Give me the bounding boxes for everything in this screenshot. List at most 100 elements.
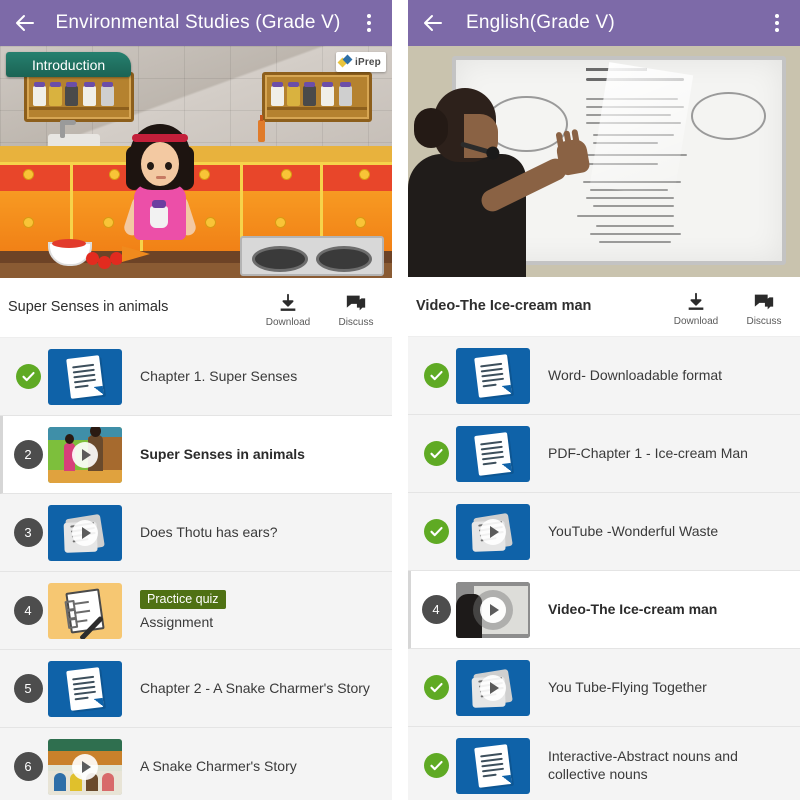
list-item-label: Chapter 2 - A Snake Charmer's Story (140, 679, 370, 696)
check-circle-icon (423, 753, 449, 778)
discuss-button[interactable]: Discuss (738, 291, 790, 327)
list-item-text: Word- Downloadable format (530, 367, 790, 385)
download-button[interactable]: Download (262, 292, 314, 328)
status-indicator: 5 (8, 674, 48, 703)
list-item[interactable]: 4 Practice quiz Assignment (0, 572, 392, 650)
list-item-label: Interactive-Abstract nouns and collectiv… (548, 748, 738, 782)
list-item-label: Word- Downloadable format (548, 366, 723, 383)
discuss-label: Discuss (746, 315, 782, 327)
right-lesson-list: Word- Downloadable format PDF-Chapter 1 … (408, 337, 800, 800)
item-number-badge: 2 (13, 440, 43, 469)
document-icon (474, 743, 512, 788)
status-indicator: 3 (8, 518, 48, 547)
quiz-thumbnail (48, 582, 122, 639)
list-item[interactable]: Interactive-Abstract nouns and collectiv… (408, 727, 800, 800)
play-icon (72, 753, 98, 780)
list-item[interactable]: 2 Super Senses in animals (0, 416, 392, 494)
document-thumbnail (456, 425, 530, 482)
video-document-thumbnail (48, 504, 122, 561)
right-page-title: English(Grade V) (466, 12, 615, 33)
list-item[interactable]: YouTube -Wonderful Waste (408, 493, 800, 571)
list-item-label: Does Thotu has ears? (140, 523, 278, 540)
left-page-title: Environmental Studies (Grade V) (55, 12, 341, 33)
download-icon (280, 293, 296, 311)
video-thumbnail (48, 426, 122, 483)
panel-divider (392, 0, 408, 800)
list-item[interactable]: You Tube-Flying Together (408, 649, 800, 727)
overflow-menu-icon[interactable] (356, 8, 382, 38)
back-arrow-icon[interactable] (10, 8, 40, 38)
left-app-bar: Environmental Studies (Grade V) (0, 0, 392, 46)
discuss-label: Discuss (338, 316, 374, 328)
item-number-badge: 4 (421, 595, 451, 624)
list-item-text: Video-The Ice-cream man (530, 601, 790, 619)
list-item-text: Super Senses in animals (122, 446, 382, 464)
clipboard-icon (64, 587, 105, 639)
list-item[interactable]: PDF-Chapter 1 - Ice-cream Man (408, 415, 800, 493)
discuss-icon (346, 295, 366, 310)
download-icon (688, 292, 704, 310)
list-item[interactable]: 4 Video-The Ice-cream man (408, 571, 800, 649)
overflow-menu-icon[interactable] (764, 8, 790, 38)
check-circle-icon (423, 675, 449, 700)
status-indicator (416, 753, 456, 778)
list-item-label: PDF-Chapter 1 - Ice-cream Man (548, 444, 748, 461)
item-number-badge: 4 (13, 596, 43, 625)
status-indicator: 4 (416, 595, 456, 624)
item-number-badge: 6 (13, 752, 43, 781)
left-app-screen: Environmental Studies (Grade V) Introduc… (0, 0, 392, 800)
left-action-bar: Download Discuss (262, 288, 382, 328)
document-thumbnail (48, 660, 122, 717)
document-icon (474, 353, 512, 398)
download-button[interactable]: Download (670, 291, 722, 327)
status-indicator (416, 519, 456, 544)
list-item-label: YouTube -Wonderful Waste (548, 522, 719, 539)
video-document-thumbnail (456, 503, 530, 560)
list-item[interactable]: 6 A Snake Charmer's Story (0, 728, 392, 800)
check-circle-icon (423, 363, 449, 388)
list-item[interactable]: Chapter 1. Super Senses (0, 338, 392, 416)
download-label: Download (673, 315, 719, 327)
list-item[interactable]: 5 Chapter 2 - A Snake Charmer's Story (0, 650, 392, 728)
document-icon (66, 354, 104, 399)
list-item-label: Chapter 1. Super Senses (140, 367, 298, 384)
list-item-label: Assignment (140, 613, 214, 630)
play-icon (480, 518, 506, 545)
discuss-button[interactable]: Discuss (330, 292, 382, 328)
document-icon (474, 431, 512, 476)
list-item-text: Does Thotu has ears? (122, 524, 382, 542)
status-indicator: 6 (8, 752, 48, 781)
list-item-text: Interactive-Abstract nouns and collectiv… (530, 748, 790, 783)
status-indicator (416, 363, 456, 388)
back-arrow-icon[interactable] (418, 8, 448, 38)
left-video-player[interactable]: Introduction iPrep (0, 46, 392, 278)
introduction-banner: Introduction (6, 52, 132, 77)
play-icon (480, 596, 506, 623)
list-item[interactable]: Word- Downloadable format (408, 337, 800, 415)
item-number-badge: 5 (13, 674, 43, 703)
video-thumbnail (48, 738, 122, 795)
status-indicator (8, 364, 48, 389)
right-video-player[interactable] (408, 46, 800, 277)
list-item-label: Video-The Ice-cream man (548, 600, 718, 617)
check-circle-icon (423, 519, 449, 544)
check-circle-icon (15, 364, 41, 389)
list-item-text: Practice quiz Assignment (122, 589, 382, 632)
right-app-bar: English(Grade V) (408, 0, 800, 46)
list-item-text: PDF-Chapter 1 - Ice-cream Man (530, 445, 790, 463)
right-app-screen: English(Grade V) Video-The Ice-cream man… (408, 0, 800, 800)
play-icon (480, 674, 506, 701)
download-label: Download (265, 316, 311, 328)
play-icon (72, 519, 98, 546)
document-icon (66, 666, 104, 711)
iprep-logo: iPrep (335, 52, 386, 72)
list-item[interactable]: 3 Does Thotu has ears? (0, 494, 392, 572)
iprep-diamond-icon (337, 54, 353, 69)
practice-quiz-badge: Practice quiz (140, 589, 226, 609)
kitchen-scene-illustration (0, 46, 392, 278)
list-item-text: You Tube-Flying Together (530, 679, 790, 697)
classroom-scene (408, 46, 800, 277)
left-content-title: Super Senses in animals (8, 298, 169, 315)
list-item-text: Chapter 2 - A Snake Charmer's Story (122, 680, 382, 698)
right-content-header: Video-The Ice-cream man Download Discuss (408, 277, 800, 337)
